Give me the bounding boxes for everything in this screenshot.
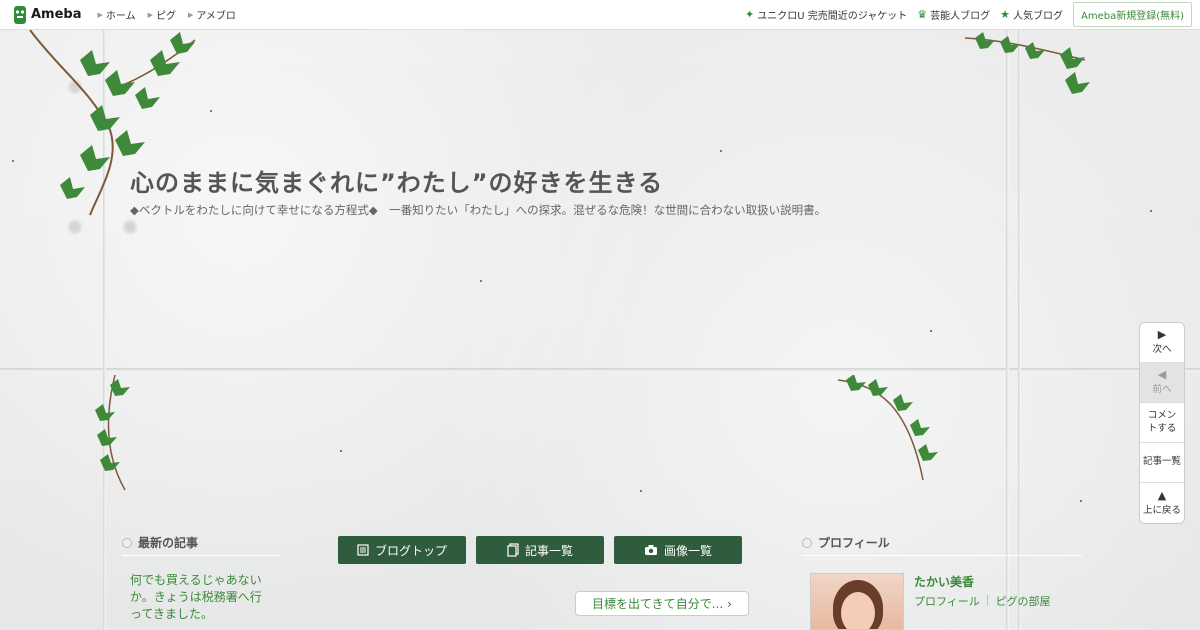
promo-link-label: ユニクロU 完売間近のジャケット <box>757 11 908 22</box>
profile-heading-text: プロフィール <box>818 536 890 550</box>
sparkle-icon: ✦ <box>745 8 755 21</box>
star-icon: ★ <box>1000 8 1010 21</box>
wall-speck <box>640 490 642 492</box>
nav-ameblo-label: アメブロ <box>196 11 236 22</box>
popular-blog-label: 人気ブログ <box>1012 11 1063 22</box>
blog-description: ◆ベクトルをわたしに向けて幸せになる方程式◆ 一番知りたい「わたし」への探求。混… <box>130 203 827 217</box>
blog-top-button[interactable]: ブログトップ <box>338 536 466 564</box>
wall-speck <box>1150 210 1152 212</box>
play-right-icon: ▶ <box>1157 328 1167 342</box>
wall-speck <box>340 450 342 452</box>
register-button[interactable]: Ameba新規登録(無料) <box>1072 2 1192 27</box>
profile-link[interactable]: プロフィール <box>914 593 980 609</box>
promo-link-uniqlo[interactable]: ✦ ユニクロU 完売間近のジャケット <box>745 7 907 22</box>
link-separator: | <box>985 593 990 606</box>
global-header: Ameba ▶ ホーム ▶ ピグ ▶ アメブロ ✦ ユニクロU 完売間近のジャケ… <box>0 0 1200 30</box>
celebrity-blog-link[interactable]: ♛ 芸能人ブログ <box>917 7 990 22</box>
profile-avatar[interactable] <box>810 573 904 630</box>
next-article-link[interactable]: 目標を出てきて自分で... › <box>575 591 749 616</box>
wall-speck <box>480 280 482 282</box>
celebrity-blog-label: 芸能人ブログ <box>930 11 991 22</box>
latest-heading-text: 最新の記事 <box>138 536 199 550</box>
caret-right-icon: ▶ <box>97 10 103 19</box>
avatar-face <box>841 592 875 629</box>
nav-pigg-label: ピグ <box>156 11 176 22</box>
caret-right-icon: ▶ <box>188 10 194 19</box>
blog-title[interactable]: 心のままに気まぐれに”わたし”の好きを生きる <box>130 163 663 198</box>
popular-blog-link[interactable]: ★ 人気ブログ <box>1000 7 1063 22</box>
crown-icon: ♛ <box>917 8 928 21</box>
blog-button-row: ブログトップ 記事一覧 画像一覧 <box>338 536 742 564</box>
image-list-button[interactable]: 画像一覧 <box>614 536 742 564</box>
ameba-logo-icon <box>14 5 26 24</box>
pigg-room-link[interactable]: ピグの部屋 <box>996 593 1051 609</box>
blog-top-label: ブログトップ <box>374 543 447 558</box>
next-label: 次へ <box>1152 344 1172 356</box>
wall-speck <box>930 330 932 332</box>
wall-hole <box>66 218 84 236</box>
bullet-icon <box>122 537 132 548</box>
article-list-button[interactable]: 記事一覧 <box>476 536 604 564</box>
play-left-icon: ◀ <box>1157 368 1167 382</box>
latest-article-link[interactable]: 何でも買えるじゃあないか。きょうは税務署へ行ってきました。 <box>130 572 270 622</box>
side-navigation: ▶ 次へ ◀ 前へ コメントする 記事一覧 ▲ 上に戻る <box>1139 322 1185 524</box>
bullet-icon <box>802 537 812 548</box>
caret-right-icon: ▶ <box>147 10 153 19</box>
header-right-links: ✦ ユニクロU 完売間近のジャケット ♛ 芸能人ブログ ★ 人気ブログ Ameb… <box>745 2 1192 27</box>
back-to-top-label: 上に戻る <box>1142 504 1181 516</box>
wall-speck <box>210 110 212 112</box>
nav-home-label: ホーム <box>105 11 136 22</box>
article-list-side-label: 記事一覧 <box>1142 456 1181 468</box>
ivy-decoration-top-right <box>965 32 1090 94</box>
nav-pigg[interactable]: ▶ ピグ <box>147 7 176 23</box>
triangle-up-icon: ▲ <box>1157 488 1167 502</box>
prev-label: 前へ <box>1152 384 1172 396</box>
camera-icon <box>644 545 657 555</box>
prev-button[interactable]: ◀ 前へ <box>1140 363 1184 403</box>
ivy-decoration-mid-left <box>95 375 130 491</box>
image-list-label: 画像一覧 <box>663 543 712 558</box>
comment-label: コメントする <box>1147 410 1177 434</box>
document-icon <box>357 544 369 556</box>
ivy-decoration-mid-right <box>838 375 938 481</box>
ameba-logo[interactable]: Ameba <box>12 5 82 24</box>
profile-links: プロフィール | ピグの部屋 <box>914 593 1051 609</box>
wall-hole <box>121 218 139 236</box>
nav-ameblo[interactable]: ▶ アメブロ <box>188 7 236 23</box>
copy-pages-icon <box>507 543 519 557</box>
next-button[interactable]: ▶ 次へ <box>1140 323 1184 363</box>
back-to-top-button[interactable]: ▲ 上に戻る <box>1140 483 1184 523</box>
next-article-label: 目標を出てきて自分で... <box>592 597 724 611</box>
article-list-side-button[interactable]: 記事一覧 <box>1140 443 1184 483</box>
wall-speck <box>720 150 722 152</box>
nav-home[interactable]: ▶ ホーム <box>97 7 136 23</box>
wall-speck <box>1080 500 1082 502</box>
comment-button[interactable]: コメントする <box>1140 403 1184 443</box>
article-list-label: 記事一覧 <box>524 543 573 558</box>
ameba-logo-text: Ameba <box>31 7 82 22</box>
profile-name[interactable]: たかい美香 <box>914 573 974 590</box>
latest-articles-heading: 最新の記事 <box>122 534 280 556</box>
chevron-right-icon: › <box>727 596 732 611</box>
profile-heading: プロフィール <box>802 534 1082 556</box>
wall-speck <box>12 160 14 162</box>
